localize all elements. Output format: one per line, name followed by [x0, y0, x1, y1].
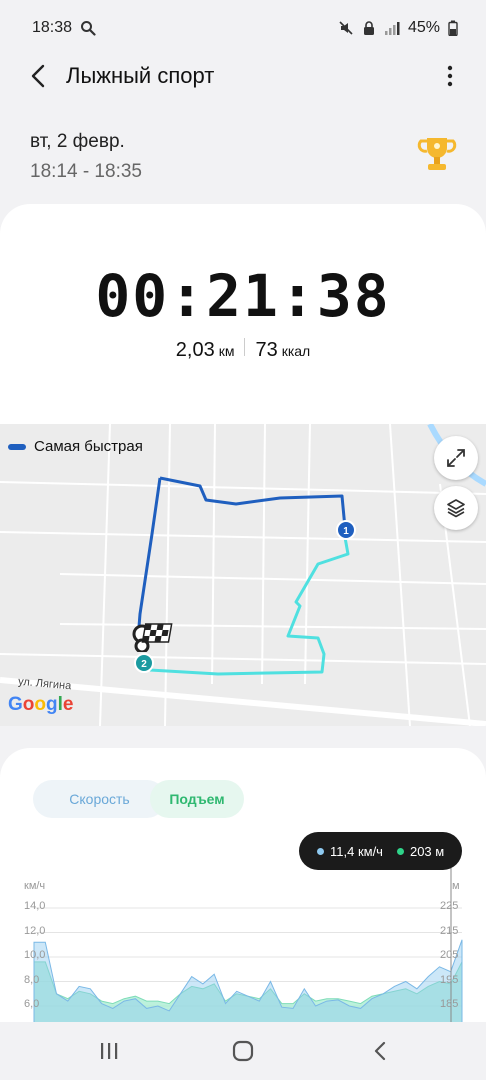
back-button[interactable]	[22, 60, 54, 92]
map-legend: Самая быстрая	[8, 438, 143, 455]
chart-tooltip: 11,4 км/ч 203 м	[299, 832, 462, 870]
expand-map-button[interactable]	[434, 436, 478, 480]
left-tick-label: 6,0	[24, 998, 40, 1010]
calories-value: 73	[255, 339, 278, 361]
layers-icon	[447, 499, 465, 518]
route-map[interactable]: Самая быстрая 1 2 ул. Лягина Google	[0, 424, 486, 726]
system-nav-bar	[0, 1022, 486, 1080]
nav-back-icon	[374, 1041, 386, 1061]
left-axis-unit: км/ч	[24, 880, 46, 892]
right-tick-label: 215	[440, 924, 459, 937]
expand-icon	[447, 449, 465, 467]
marker-1-label: 1	[343, 526, 349, 537]
status-bar: 18:38 45%	[0, 0, 486, 56]
distance-unit: км	[218, 343, 235, 359]
route-marker-1[interactable]: 1	[336, 520, 356, 540]
trophy-icon[interactable]	[416, 134, 458, 176]
left-tick-label: 12,0	[24, 924, 46, 937]
workout-stats: 2,03 км 73 ккал	[0, 338, 486, 362]
right-tick-label: 205	[440, 949, 459, 961]
left-tick-label: 8,0	[24, 973, 40, 986]
page-title: Лыжный спорт	[66, 63, 215, 88]
search-icon	[81, 21, 96, 36]
legend-label: Самая быстрая	[34, 438, 143, 455]
recents-icon	[101, 1043, 118, 1059]
signal-icon	[384, 22, 400, 35]
battery-icon	[448, 20, 458, 36]
tooltip-altitude: 203 м	[409, 843, 445, 859]
more-vert-icon	[447, 65, 453, 87]
map-roads	[0, 424, 486, 726]
legend-swatch	[8, 443, 26, 450]
recents-button[interactable]	[89, 1036, 129, 1066]
battery-percent: 45%	[407, 19, 440, 36]
summary-card: 00:21:38 2,03 км 73 ккал	[0, 204, 486, 426]
status-time: 18:38	[32, 19, 73, 36]
left-tick-label: 14,0	[24, 900, 46, 912]
route-marker-2[interactable]: 2	[134, 653, 154, 673]
home-button[interactable]	[223, 1036, 263, 1066]
map-layers-button[interactable]	[434, 486, 478, 530]
nav-back-button[interactable]	[360, 1036, 400, 1066]
home-icon	[232, 1040, 254, 1062]
altitude-dot	[396, 847, 404, 855]
duration-display: 00:21:38	[95, 262, 391, 330]
app-bar: Лыжный спорт	[0, 52, 486, 100]
finish-flag-icon	[132, 623, 173, 652]
right-tick-label: 225	[440, 900, 459, 912]
workout-date: вт, 2 февр.	[30, 131, 125, 152]
right-tick-label: 185	[440, 998, 459, 1010]
mute-icon	[339, 21, 353, 35]
calories-unit: ккал	[281, 343, 311, 359]
left-tick-label: 10,0	[24, 949, 46, 961]
google-logo: Google	[8, 694, 74, 715]
workout-time-range: 18:14 - 18:35	[30, 161, 142, 182]
tooltip-speed: 11,4 км/ч	[330, 843, 383, 859]
back-arrow-icon	[31, 64, 45, 88]
right-tick-label: 195	[440, 973, 459, 986]
stats-divider	[244, 338, 246, 356]
speed-dot	[317, 847, 324, 855]
distance-value: 2,03	[175, 339, 215, 361]
right-axis-unit: м	[452, 880, 460, 892]
more-options-button[interactable]	[440, 60, 460, 92]
lock-icon	[363, 21, 374, 35]
marker-2-label: 2	[141, 659, 147, 670]
